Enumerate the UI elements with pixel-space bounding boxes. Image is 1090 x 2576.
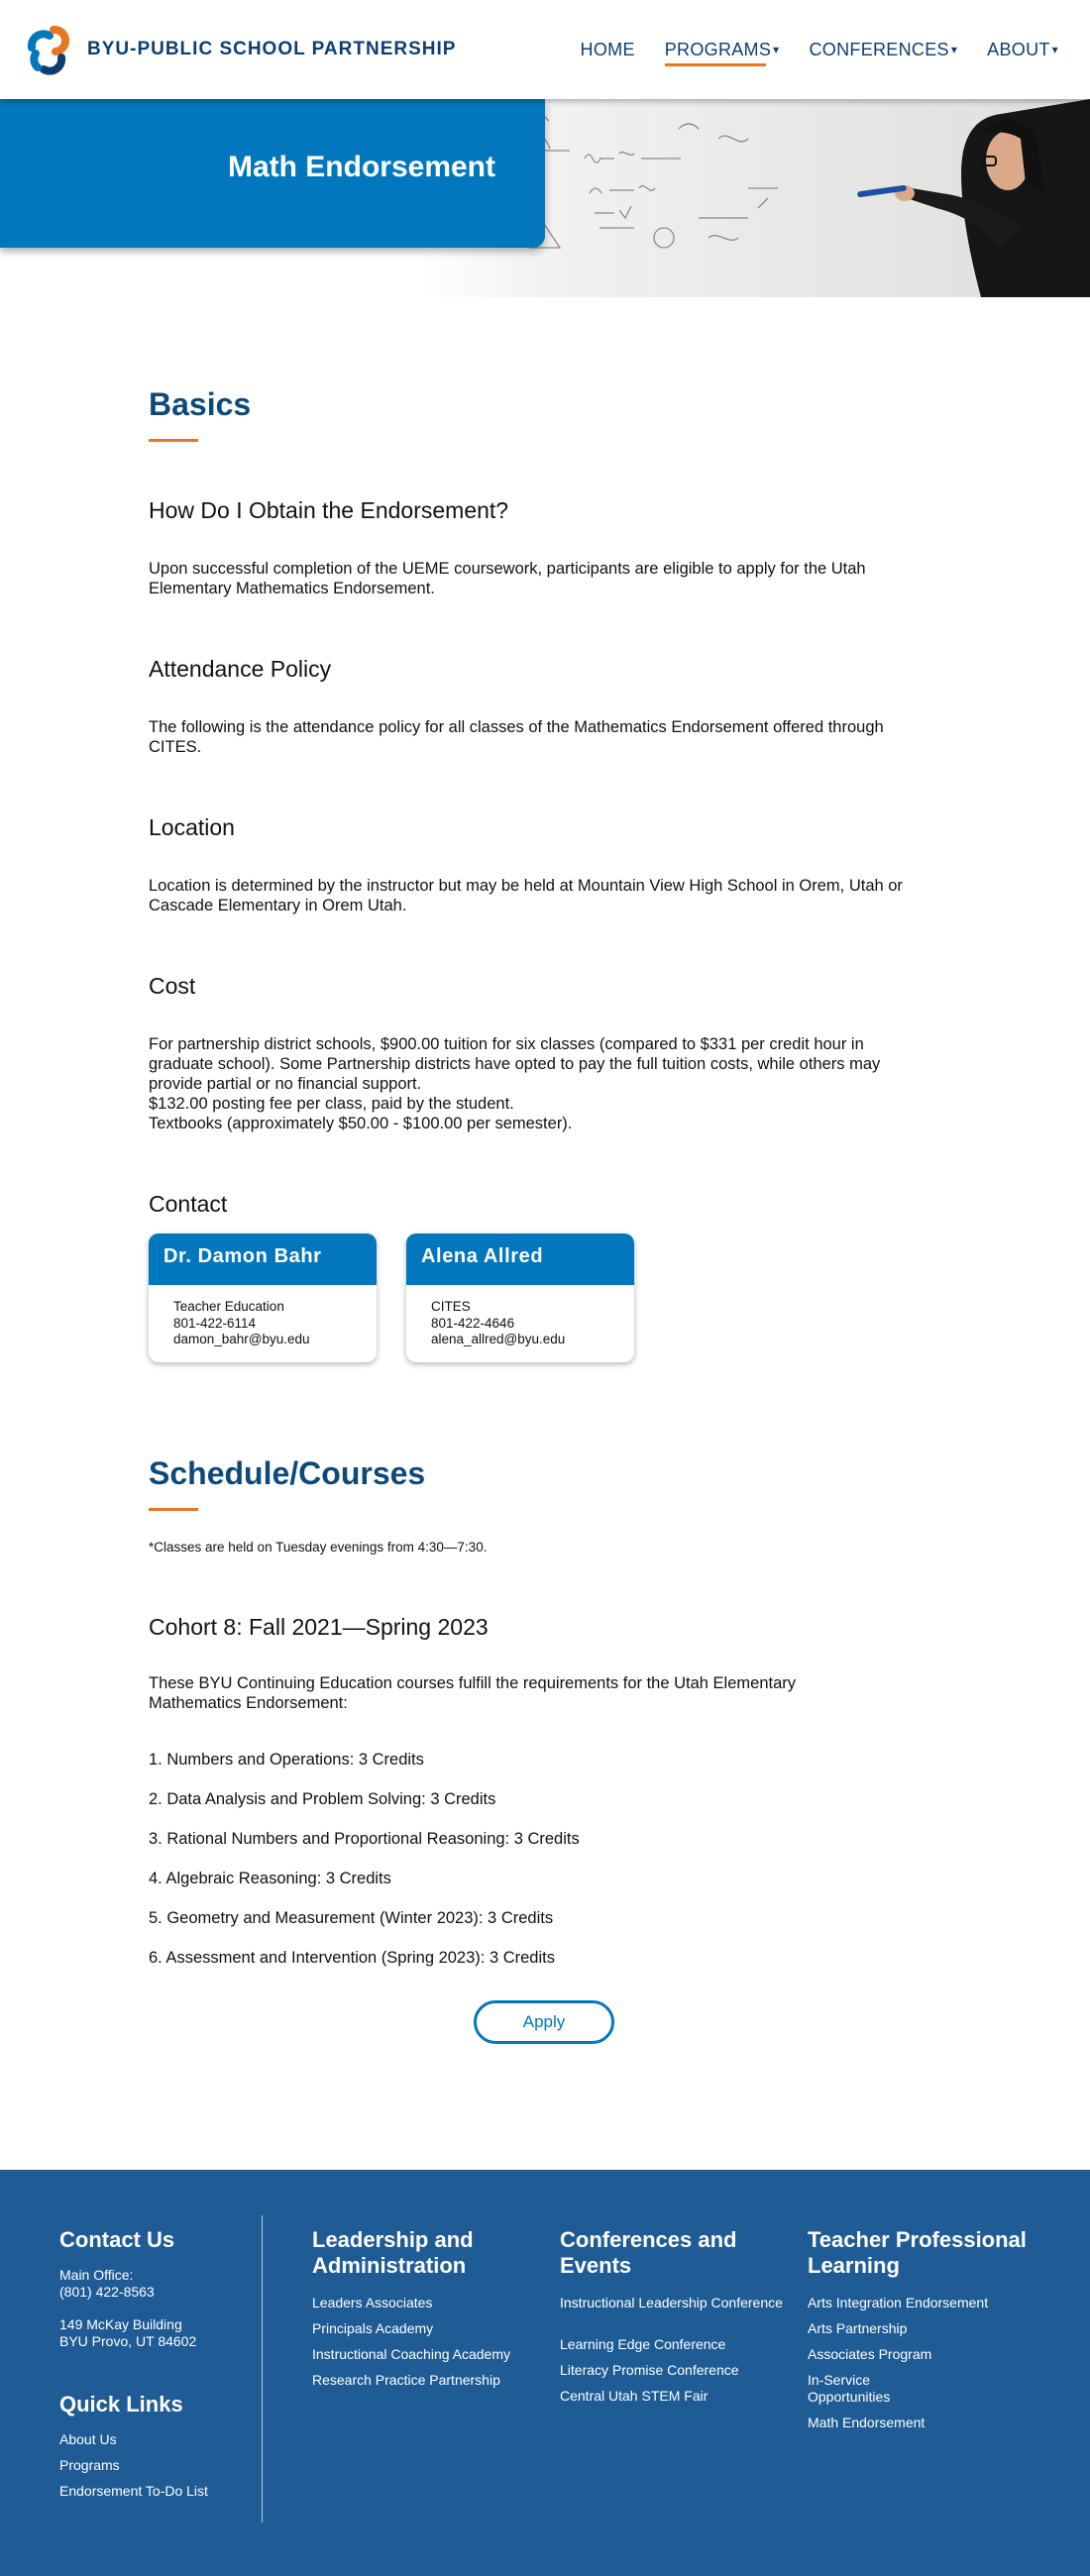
schedule-note: *Classes are held on Tuesday evenings fr… [149, 1540, 488, 1555]
nav-programs[interactable]: PROGRAMS ▾ [664, 40, 780, 66]
footer-teacher-learning: Teacher Professional Learning Arts Integ… [808, 2227, 1027, 2431]
footer-leadership: Leadership and Administration Leaders As… [312, 2227, 510, 2389]
chevron-down-icon: ▾ [1051, 43, 1058, 56]
schedule-title: Schedule/Courses [149, 1455, 426, 1491]
footer-link-in-service[interactable]: In-Service [808, 2372, 1027, 2389]
nav-conferences[interactable]: CONFERENCES ▾ [810, 40, 958, 60]
contact-card: Alena Allred CITES 801-422-4646 alena_al… [406, 1234, 634, 1362]
footer-divider [262, 2215, 263, 2522]
footer-link-stem-fair[interactable]: Central Utah STEM Fair [560, 2388, 783, 2405]
contact-cards: Dr. Damon Bahr Teacher Education 801-422… [149, 1234, 941, 1362]
conferences-title-line2: Events [560, 2253, 632, 2278]
nav-about-label: ABOUT [987, 40, 1050, 59]
cost-posting-fee: $132.00 posting fee per class, paid by t… [149, 1095, 514, 1113]
course-item: 5. Geometry and Measurement (Winter 2023… [149, 1909, 554, 1927]
main-office-label: Main Office: [59, 2267, 134, 2283]
cohort-heading: Cohort 8: Fall 2021—Spring 2023 [149, 1614, 489, 1640]
cost-textbooks: Textbooks (approximately $50.00 - $100.0… [149, 1115, 573, 1132]
site-logo[interactable]: BYU-PUBLIC SCHOOL PARTNERSHIP [24, 24, 456, 75]
contact-card: Dr. Damon Bahr Teacher Education 801-422… [149, 1234, 377, 1362]
site-footer: Contact Us Main Office: (801) 422-8563 1… [0, 2170, 1090, 2576]
logo-text: BYU-PUBLIC SCHOOL PARTNERSHIP [87, 39, 457, 59]
page-title: Math Endorsement [227, 151, 495, 183]
footer-contact-title: Contact Us [59, 2227, 175, 2252]
location-heading: Location [149, 814, 235, 840]
main-nav: HOME PROGRAMS ▾ CONFERENCES ▾ ABOUT ▾ [581, 40, 1058, 66]
contact-phone: 801-422-4646 [431, 1315, 515, 1331]
footer-link-in-service-line2[interactable]: Opportunities [808, 2389, 1027, 2406]
footer-link-coaching-academy[interactable]: Instructional Coaching Academy [312, 2346, 510, 2363]
cost-heading: Cost [149, 973, 196, 999]
contact-dept: CITES [431, 1299, 471, 1314]
contact-heading: Contact [149, 1191, 228, 1217]
footer-link-associates-program[interactable]: Associates Program [808, 2346, 1027, 2363]
courses-intro: These BYU Continuing Education courses f… [149, 1674, 796, 1712]
attendance-body: The following is the attendance policy f… [149, 718, 884, 756]
contact-email[interactable]: alena_allred@byu.edu [431, 1332, 634, 1348]
course-item: 3. Rational Numbers and Proportional Rea… [149, 1830, 580, 1848]
title-underline [149, 439, 198, 442]
main-content: Basics How Do I Obtain the Endorsement? … [149, 386, 941, 1968]
obtain-body: Upon successful completion of the UEME c… [149, 560, 866, 597]
attendance-heading: Attendance Policy [149, 656, 332, 682]
hero-title-box: Math Endorsement [0, 99, 545, 248]
footer-link-learning-edge[interactable]: Learning Edge Conference [560, 2336, 783, 2353]
nav-home-label: HOME [580, 40, 635, 59]
location-body: Location is determined by the instructor… [149, 877, 903, 914]
contact-name: Alena Allred [406, 1234, 634, 1285]
footer-link-literacy-promise[interactable]: Literacy Promise Conference [560, 2362, 783, 2379]
nav-conferences-label: CONFERENCES [809, 40, 949, 59]
footer-link-endorsement-todo[interactable]: Endorsement To-Do List [59, 2483, 208, 2500]
nav-programs-label: PROGRAMS [664, 40, 772, 59]
course-item: 2. Data Analysis and Problem Solving: 3 … [149, 1790, 496, 1808]
apply-button[interactable]: Apply [474, 2000, 614, 2044]
footer-contact: Contact Us Main Office: (801) 422-8563 1… [59, 2227, 208, 2500]
course-item: 1. Numbers and Operations: 3 Credits [149, 1751, 424, 1769]
course-item: 4. Algebraic Reasoning: 3 Credits [149, 1870, 391, 1887]
cost-body: For partnership district schools, $900.0… [149, 1035, 881, 1093]
teacher-learning-title-line2: Learning [808, 2253, 900, 2278]
address-line-2: BYU Provo, UT 84602 [59, 2333, 197, 2349]
contact-email[interactable]: damon_bahr@byu.edu [173, 1332, 377, 1348]
conferences-title: Conferences and [560, 2227, 737, 2252]
quick-links-title: Quick Links [59, 2392, 183, 2416]
chevron-down-icon: ▾ [950, 43, 958, 56]
course-item: 6. Assessment and Intervention (Spring 2… [149, 1949, 555, 1967]
obtain-heading: How Do I Obtain the Endorsement? [149, 497, 509, 523]
address-line-1: 149 McKay Building [59, 2316, 182, 2332]
leadership-title: Leadership and [312, 2227, 474, 2252]
title-underline [149, 1508, 198, 1511]
footer-link-programs[interactable]: Programs [59, 2457, 208, 2474]
teacher-learning-title: Teacher Professional [808, 2227, 1027, 2252]
footer-conferences: Conferences and Events Instructional Lea… [560, 2227, 783, 2405]
nav-home[interactable]: HOME [581, 40, 635, 60]
main-office-phone[interactable]: (801) 422-8563 [59, 2284, 208, 2301]
contact-name: Dr. Damon Bahr [149, 1234, 377, 1285]
footer-link-about-us[interactable]: About Us [59, 2431, 208, 2448]
footer-link-arts-integration[interactable]: Arts Integration Endorsement [808, 2295, 1027, 2311]
nav-about[interactable]: ABOUT ▾ [987, 40, 1058, 60]
footer-link-principals-academy[interactable]: Principals Academy [312, 2320, 510, 2337]
contact-phone: 801-422-6114 [173, 1315, 257, 1331]
basics-title: Basics [149, 386, 252, 422]
leadership-title-line2: Administration [312, 2253, 467, 2278]
footer-link-math-endorsement[interactable]: Math Endorsement [808, 2415, 1027, 2431]
footer-link-arts-partnership[interactable]: Arts Partnership [808, 2320, 1027, 2337]
site-header: BYU-PUBLIC SCHOOL PARTNERSHIP HOME PROGR… [0, 0, 1090, 99]
chevron-down-icon: ▾ [773, 43, 780, 56]
footer-link-leadership-conference[interactable]: Instructional Leadership Conference [560, 2295, 783, 2311]
contact-dept: Teacher Education [173, 1299, 284, 1314]
footer-link-leaders-associates[interactable]: Leaders Associates [312, 2295, 510, 2311]
partnership-logo-icon [27, 25, 70, 75]
footer-link-research-partnership[interactable]: Research Practice Partnership [312, 2372, 510, 2389]
